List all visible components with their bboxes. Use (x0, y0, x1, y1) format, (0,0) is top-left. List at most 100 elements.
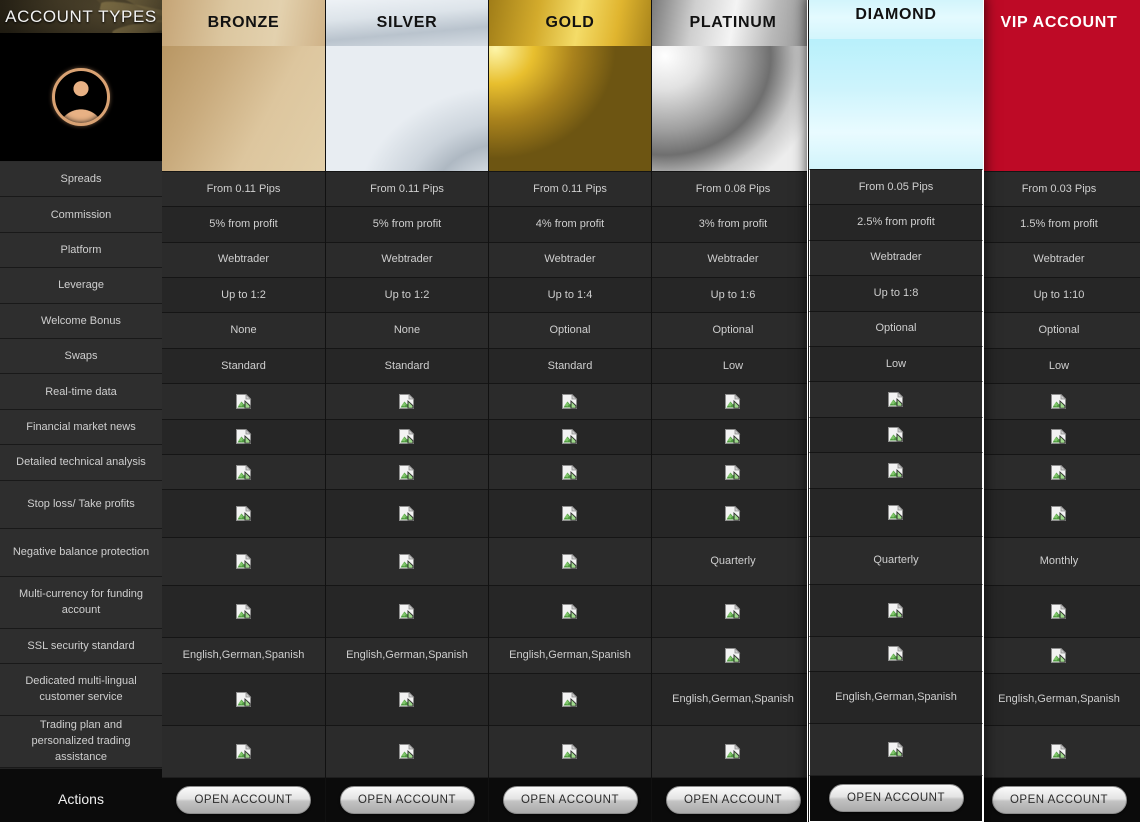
plan-swatch-image (978, 46, 1140, 171)
plan-cell-value: Webtrader (707, 253, 759, 266)
plan-cell-value: English,German,Spanish (509, 649, 631, 662)
plan-cell-value: Up to 1:2 (384, 288, 430, 301)
plan-column-vip-account: VIP ACCOUNT From 0.03 Pips 1.5% from profi… (977, 0, 1140, 822)
plan-cell (489, 489, 651, 538)
plan-swatch-image (809, 39, 983, 169)
open-account-button[interactable]: OPEN ACCOUNT (828, 784, 964, 813)
plan-cell: From 0.11 Pips (489, 170, 651, 207)
plan-cell-value: None (230, 324, 257, 337)
broken-image-icon (725, 393, 741, 409)
feature-label: Negative balance protection (12, 546, 150, 559)
plan-cell-value: 1.5% from profit (1020, 218, 1098, 230)
plan-cell: Optional (489, 312, 651, 348)
broken-image-icon (399, 429, 415, 445)
plan-cell (489, 418, 651, 455)
plan-cell (162, 489, 325, 538)
feature-row: Platform (0, 232, 162, 269)
feature-row: Trading plan and personalized trading as… (0, 715, 162, 768)
plan-swatch-image (652, 46, 814, 171)
plan-cell (326, 383, 488, 419)
broken-image-icon (725, 604, 741, 620)
open-account-button[interactable]: OPEN ACCOUNT (502, 785, 638, 814)
plan-cell (978, 454, 1140, 490)
plan-cell (489, 724, 651, 777)
plan-cell: Webtrader (809, 239, 983, 276)
plan-cell: From 0.05 Pips (809, 169, 983, 205)
plan-cell-value: From 0.08 Pips (695, 182, 771, 195)
broken-image-icon (725, 648, 741, 664)
plan-cell-value: Webtrader (870, 251, 922, 264)
feature-label: Stop loss/ Take profits (27, 498, 135, 511)
plan-cell-value: Up to 1:2 (221, 288, 266, 301)
open-account-button[interactable]: OPEN ACCOUNT (176, 785, 311, 814)
account-types-page: ACCOUNT TYPES Spreads Commission Platform L… (0, 0, 1140, 822)
plan-cell: From 0.03 Pips (978, 170, 1140, 207)
plan-cell: Up to 1:4 (489, 277, 651, 313)
plan-cell (162, 537, 325, 586)
feature-row: Spreads (0, 162, 162, 198)
plan-cell: Up to 1:8 (809, 275, 983, 311)
plan-cell (978, 418, 1140, 455)
plan-cell: English,German,Spanish (326, 637, 488, 673)
broken-image-icon (235, 691, 252, 707)
feature-row: Negative balance protection (0, 528, 162, 577)
plan-cell: Monthly (978, 537, 1140, 586)
plan-cell-value: English,German,Spanish (998, 692, 1120, 705)
plan-cell-value: Quarterly (710, 555, 756, 568)
plan-cell: Webtrader (162, 241, 325, 278)
plan-cell-value: English,German,Spanish (835, 690, 957, 703)
plan-header: VIP ACCOUNT (978, 0, 1140, 47)
broken-image-icon (235, 464, 252, 480)
feature-label: Trading plan and personalized trading as… (31, 719, 131, 764)
plan-header: GOLD (489, 0, 651, 47)
feature-label: Detailed technical analysis (16, 456, 146, 469)
plan-cell-value: Standard (221, 359, 266, 372)
plan-cell (978, 724, 1140, 777)
feature-label: SSL security standard (27, 639, 135, 652)
plan-cell (978, 383, 1140, 419)
plan-cell: Optional (978, 312, 1140, 348)
plan-cell: Quarterly (652, 537, 814, 586)
broken-image-icon (235, 429, 252, 445)
plan-cell-value: From 0.05 Pips (858, 180, 934, 193)
plan-cell (326, 585, 488, 638)
open-account-button[interactable]: OPEN ACCOUNT (665, 785, 801, 814)
plan-cell (326, 454, 488, 490)
plan-cell-value: Standard (547, 359, 593, 372)
plan-cell-value: Low (885, 357, 907, 370)
plan-cell (162, 672, 325, 725)
plan-cell-value: 5% from profit (209, 218, 278, 230)
plan-cell: 3% from profit (652, 206, 814, 242)
feature-label: Spreads (60, 173, 102, 186)
plan-cell-value: Standard (384, 359, 430, 372)
feature-label: Multi-currency for funding account (18, 588, 144, 617)
broken-image-icon (235, 506, 252, 522)
plan-cell: Quarterly (809, 535, 983, 584)
plan-cell: Up to 1:2 (326, 277, 488, 313)
page-title: ACCOUNT TYPES (5, 7, 157, 26)
open-account-button[interactable]: OPEN ACCOUNT (991, 785, 1127, 814)
plan-cell: Low (652, 347, 814, 384)
plan-cell-value: Up to 1:4 (547, 288, 593, 301)
plan-cell: 5% from profit (162, 206, 325, 242)
plans-table: BRONZE From 0.11 Pips 5% from profit Webtra… (162, 0, 1140, 822)
plan-cell-value: Quarterly (873, 553, 919, 566)
plan-cell-value: From 0.11 Pips (370, 182, 444, 195)
plan-cell (162, 418, 325, 455)
plan-cell-value: 3% from profit (698, 218, 768, 230)
plan-cell: Optional (809, 310, 983, 346)
open-account-button[interactable]: OPEN ACCOUNT (339, 785, 475, 814)
plan-cell: Webtrader (489, 241, 651, 278)
plan-cell-value: From 0.11 Pips (533, 182, 607, 195)
plan-column-platinum: PLATINUM From 0.08 Pips 3% from profit Webt… (651, 0, 814, 822)
plan-cell: Webtrader (652, 241, 814, 278)
plan-cell: 4% from profit (489, 206, 651, 242)
plan-cell (489, 585, 651, 638)
sidebar: ACCOUNT TYPES Spreads Commission Platform L… (0, 0, 162, 822)
broken-image-icon (235, 393, 252, 409)
plan-header: PLATINUM (652, 0, 814, 47)
plan-cell (809, 635, 983, 671)
plan-column-silver: SILVER From 0.11 Pips 5% from profit Webtra… (325, 0, 488, 822)
broken-image-icon (562, 393, 578, 409)
plan-cell (489, 383, 651, 419)
